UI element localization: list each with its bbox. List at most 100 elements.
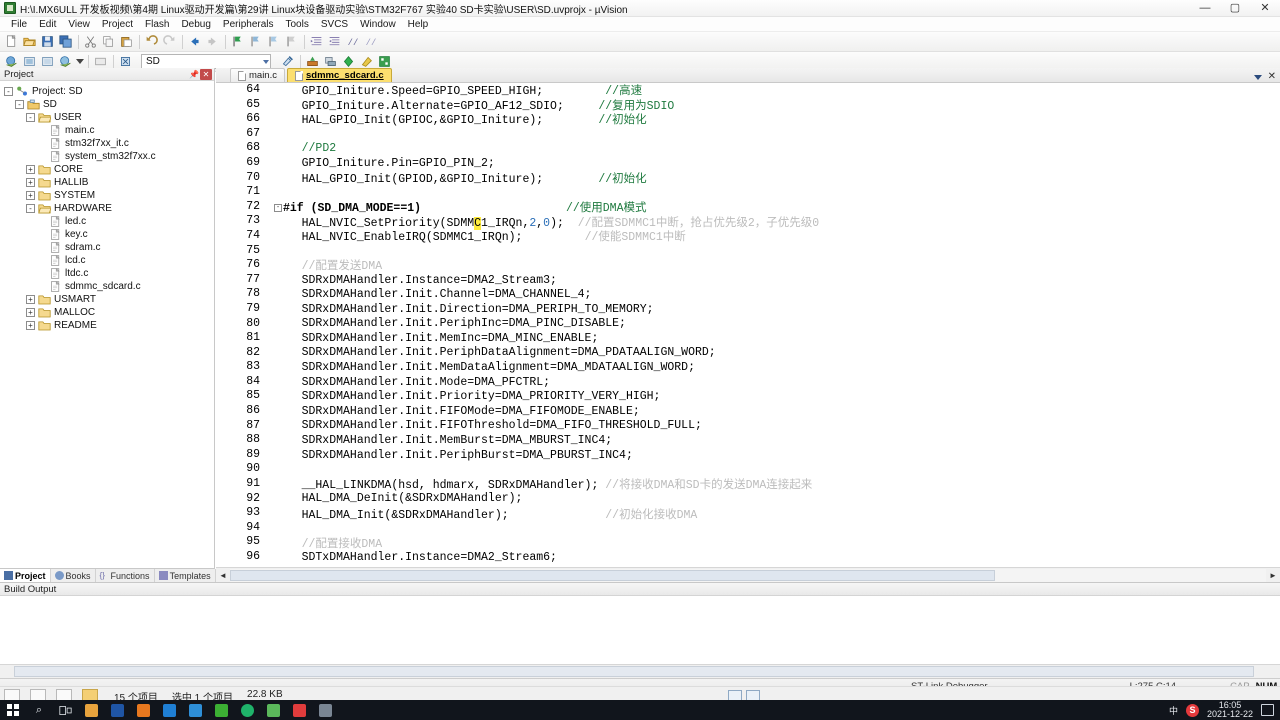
- bookmark-prev-icon[interactable]: [247, 33, 264, 50]
- task-view-icon[interactable]: [52, 700, 78, 720]
- menu-project[interactable]: Project: [96, 18, 139, 31]
- uvision-icon[interactable]: [182, 700, 208, 720]
- code-line[interactable]: 86 SDRxDMAHandler.Init.FIFOMode=DMA_FIFO…: [222, 404, 1280, 419]
- editor-horizontal-scrollbar[interactable]: ◄ ►: [216, 567, 1280, 582]
- menu-svcs[interactable]: SVCS: [315, 18, 354, 31]
- collapse-icon[interactable]: -: [4, 87, 13, 96]
- code-line[interactable]: 76 //配置发送DMA: [222, 258, 1280, 273]
- code-line[interactable]: 83 SDRxDMAHandler.Init.MemDataAlignment=…: [222, 360, 1280, 375]
- target-selector[interactable]: SD: [135, 54, 271, 69]
- chevron-down-icon[interactable]: [263, 59, 269, 64]
- code-line[interactable]: 71: [222, 185, 1280, 200]
- tree-item-system[interactable]: + SYSTEM: [4, 189, 214, 202]
- tray-clock[interactable]: 16:05 2021-12-22: [1207, 700, 1253, 720]
- code-line[interactable]: 70 HAL_GPIO_Init(GPIOD,&GPIO_Initure); /…: [222, 171, 1280, 186]
- pin-icon[interactable]: 📌: [188, 69, 200, 80]
- new-file-icon[interactable]: [3, 33, 20, 50]
- menu-help[interactable]: Help: [402, 18, 435, 31]
- code-line[interactable]: 64 GPIO_Initure.Speed=GPIO_SPEED_HIGH; /…: [222, 83, 1280, 98]
- build-output-body[interactable]: [0, 596, 1280, 664]
- code-line[interactable]: 95 //配置接收DMA: [222, 535, 1280, 550]
- search-icon[interactable]: ⌕: [26, 700, 52, 720]
- expand-icon[interactable]: +: [26, 308, 35, 317]
- word-icon[interactable]: [104, 700, 130, 720]
- code-line[interactable]: 72 - #if (SD_DMA_MODE==1) //使用DMA模式: [222, 200, 1280, 215]
- windows-start-icon[interactable]: [0, 700, 26, 720]
- qq-browser-icon[interactable]: [234, 700, 260, 720]
- code-line[interactable]: 68 //PD2: [222, 141, 1280, 156]
- pdf-reader-icon[interactable]: [130, 700, 156, 720]
- tray-ime-label[interactable]: 中: [1169, 704, 1178, 717]
- cut-icon[interactable]: [82, 33, 99, 50]
- close-icon[interactable]: ✕: [1268, 72, 1276, 82]
- code-line[interactable]: 93 HAL_DMA_Init(&SDRxDMAHandler); //初始化接…: [222, 506, 1280, 521]
- calculator-icon[interactable]: [312, 700, 338, 720]
- code-line[interactable]: 92 HAL_DMA_DeInit(&SDRxDMAHandler);: [222, 492, 1280, 507]
- code-line[interactable]: 77 SDRxDMAHandler.Instance=DMA2_Stream3;: [222, 273, 1280, 288]
- code-line[interactable]: 91 __HAL_LINKDMA(hsd, hdmarx, SDRxDMAHan…: [222, 477, 1280, 492]
- tree-item-user[interactable]: - USER: [4, 111, 214, 124]
- code-line[interactable]: 81 SDRxDMAHandler.Init.MemInc=DMA_MINC_E…: [222, 331, 1280, 346]
- code-line[interactable]: 82 SDRxDMAHandler.Init.PeriphDataAlignme…: [222, 346, 1280, 361]
- code-line[interactable]: 94: [222, 521, 1280, 536]
- tree-item-hallib[interactable]: + HALLIB: [4, 176, 214, 189]
- expand-icon[interactable]: +: [26, 165, 35, 174]
- scroll-thumb[interactable]: [230, 569, 995, 581]
- terminal-icon[interactable]: [286, 700, 312, 720]
- bookmark-toggle-icon[interactable]: [229, 33, 246, 50]
- save-icon[interactable]: [39, 33, 56, 50]
- tree-item-usmart[interactable]: + USMART: [4, 293, 214, 306]
- code-line[interactable]: 84 SDRxDMAHandler.Init.Mode=DMA_PFCTRL;: [222, 375, 1280, 390]
- menu-tools[interactable]: Tools: [280, 18, 315, 31]
- tree-item-core[interactable]: + CORE: [4, 163, 214, 176]
- expand-icon[interactable]: +: [26, 321, 35, 330]
- code-line[interactable]: 66 HAL_GPIO_Init(GPIOC,&GPIO_Initure); /…: [222, 112, 1280, 127]
- code-line[interactable]: 87 SDRxDMAHandler.Init.FIFOThreshold=DMA…: [222, 419, 1280, 434]
- copy-icon[interactable]: [100, 33, 117, 50]
- code-line[interactable]: 88 SDRxDMAHandler.Init.MemBurst=DMA_MBUR…: [222, 433, 1280, 448]
- outdent-icon[interactable]: [326, 33, 343, 50]
- editor-tab-main-c[interactable]: main.c: [230, 68, 285, 82]
- code-line[interactable]: 79 SDRxDMAHandler.Init.Direction=DMA_PER…: [222, 302, 1280, 317]
- collapse-icon[interactable]: -: [26, 113, 35, 122]
- minimize-button[interactable]: —: [1190, 0, 1220, 17]
- code-line[interactable]: 69 GPIO_Initure.Pin=GPIO_PIN_2;: [222, 156, 1280, 171]
- scroll-left-icon[interactable]: ◄: [216, 568, 230, 582]
- tab-project[interactable]: Project: [0, 569, 51, 582]
- menu-debug[interactable]: Debug: [175, 18, 216, 31]
- open-file-icon[interactable]: [21, 33, 38, 50]
- scroll-track[interactable]: [230, 568, 1266, 582]
- code-line[interactable]: 80 SDRxDMAHandler.Init.PeriphInc=DMA_PIN…: [222, 317, 1280, 332]
- editor-icon[interactable]: [156, 700, 182, 720]
- undo-icon[interactable]: [143, 33, 160, 50]
- navigate-forward-icon[interactable]: [204, 33, 221, 50]
- comment-icon[interactable]: //: [344, 33, 361, 50]
- uncomment-icon[interactable]: //: [362, 33, 379, 50]
- paste-icon[interactable]: [118, 33, 135, 50]
- menu-file[interactable]: File: [5, 18, 33, 31]
- code-line[interactable]: 75: [222, 244, 1280, 259]
- tree-item-main-c[interactable]: main.c: [4, 124, 214, 137]
- snipaste-icon[interactable]: [260, 700, 286, 720]
- target-combo-value[interactable]: SD: [141, 54, 271, 69]
- code-line[interactable]: 67: [222, 127, 1280, 142]
- code-line[interactable]: 78 SDRxDMAHandler.Init.Channel=DMA_CHANN…: [222, 287, 1280, 302]
- tree-item-malloc[interactable]: + MALLOC: [4, 306, 214, 319]
- fold-collapse-icon[interactable]: -: [274, 204, 282, 213]
- tree-item-sdmmc-sdcard-c[interactable]: sdmmc_sdcard.c: [4, 280, 214, 293]
- tree-item-sd[interactable]: - SD: [4, 98, 214, 111]
- close-button[interactable]: ✕: [1250, 0, 1280, 17]
- tab-books[interactable]: Books: [51, 569, 96, 582]
- menu-flash[interactable]: Flash: [139, 18, 175, 31]
- notification-icon[interactable]: [1261, 704, 1274, 716]
- menu-edit[interactable]: Edit: [33, 18, 62, 31]
- code-view[interactable]: 64 GPIO_Initure.Speed=GPIO_SPEED_HIGH; /…: [216, 83, 1280, 567]
- build-output-scrollbar[interactable]: [0, 664, 1280, 678]
- code-line[interactable]: 74 HAL_NVIC_EnableIRQ(SDMMC1_IRQn); //使能…: [222, 229, 1280, 244]
- code-line[interactable]: 90: [222, 462, 1280, 477]
- tab-templates[interactable]: Templates: [155, 569, 216, 582]
- expand-icon[interactable]: +: [26, 295, 35, 304]
- tab-functions[interactable]: {} Functions: [96, 569, 155, 582]
- code-line[interactable]: 96 SDTxDMAHandler.Instance=DMA2_Stream6;: [222, 550, 1280, 565]
- scroll-thumb[interactable]: [14, 666, 1254, 677]
